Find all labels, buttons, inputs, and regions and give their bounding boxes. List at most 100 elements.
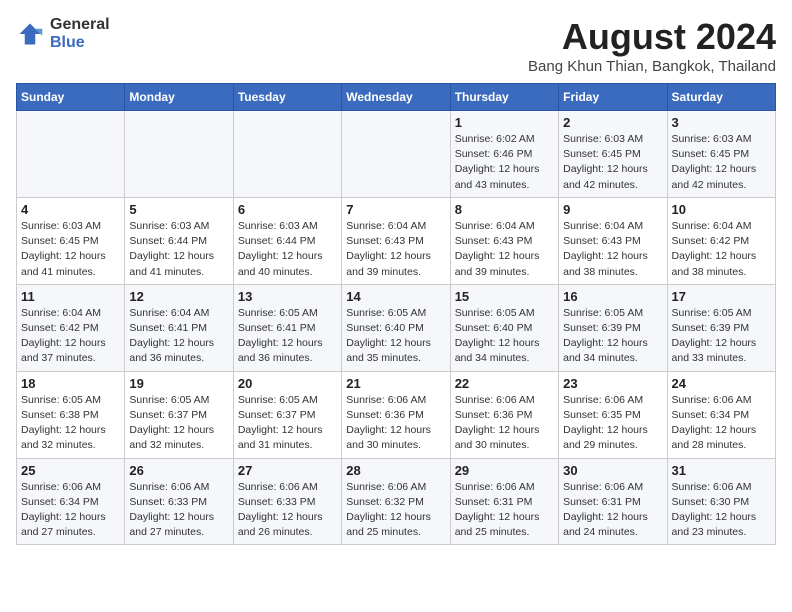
- calendar-week-row: 4 Sunrise: 6:03 AM Sunset: 6:45 PM Daylig…: [17, 197, 776, 284]
- day-info: Sunrise: 6:06 AM Sunset: 6:36 PM Dayligh…: [455, 393, 554, 454]
- calendar-cell: 18 Sunrise: 6:05 AM Sunset: 6:38 PM Dayli…: [17, 371, 125, 458]
- calendar-header-row: SundayMondayTuesdayWednesdayThursdayFrid…: [17, 84, 776, 111]
- day-info: Sunrise: 6:06 AM Sunset: 6:33 PM Dayligh…: [129, 480, 228, 541]
- calendar-cell: 29 Sunrise: 6:06 AM Sunset: 6:31 PM Dayli…: [450, 458, 558, 545]
- day-number: 11: [21, 289, 120, 304]
- calendar-cell: 10Sunrise: 6:04 AM Sunset: 6:42 PM Dayli…: [667, 197, 775, 284]
- day-info: Sunrise: 6:05 AM Sunset: 6:39 PM Dayligh…: [672, 306, 771, 367]
- calendar-cell: 4 Sunrise: 6:03 AM Sunset: 6:45 PM Daylig…: [17, 197, 125, 284]
- logo: General Blue: [16, 16, 110, 51]
- day-number: 15: [455, 289, 554, 304]
- day-info: Sunrise: 6:05 AM Sunset: 6:37 PM Dayligh…: [238, 393, 337, 454]
- day-number: 30: [563, 463, 662, 478]
- calendar-cell: [125, 111, 233, 198]
- calendar-cell: 21 Sunrise: 6:06 AM Sunset: 6:36 PM Dayli…: [342, 371, 450, 458]
- day-number: 1: [455, 115, 554, 130]
- day-number: 19: [129, 376, 228, 391]
- calendar-cell: 7 Sunrise: 6:04 AM Sunset: 6:43 PM Daylig…: [342, 197, 450, 284]
- day-info: Sunrise: 6:06 AM Sunset: 6:36 PM Dayligh…: [346, 393, 445, 454]
- day-info: Sunrise: 6:04 AM Sunset: 6:43 PM Dayligh…: [455, 219, 554, 280]
- day-number: 2: [563, 115, 662, 130]
- day-number: 14: [346, 289, 445, 304]
- day-number: 21: [346, 376, 445, 391]
- calendar-cell: 9 Sunrise: 6:04 AM Sunset: 6:43 PM Daylig…: [559, 197, 667, 284]
- calendar-table: SundayMondayTuesdayWednesdayThursdayFrid…: [16, 83, 776, 545]
- day-number: 7: [346, 202, 445, 217]
- weekday-header: Saturday: [667, 84, 775, 111]
- month-year-title: August 2024: [528, 16, 776, 58]
- day-info: Sunrise: 6:05 AM Sunset: 6:40 PM Dayligh…: [346, 306, 445, 367]
- day-number: 29: [455, 463, 554, 478]
- day-number: 17: [672, 289, 771, 304]
- day-number: 8: [455, 202, 554, 217]
- weekday-header: Tuesday: [233, 84, 341, 111]
- calendar-cell: [342, 111, 450, 198]
- calendar-cell: 30 Sunrise: 6:06 AM Sunset: 6:31 PM Dayli…: [559, 458, 667, 545]
- day-info: Sunrise: 6:06 AM Sunset: 6:30 PM Dayligh…: [672, 480, 771, 541]
- calendar-cell: 1 Sunrise: 6:02 AM Sunset: 6:46 PM Daylig…: [450, 111, 558, 198]
- day-info: Sunrise: 6:04 AM Sunset: 6:43 PM Dayligh…: [563, 219, 662, 280]
- day-number: 18: [21, 376, 120, 391]
- calendar-cell: 25 Sunrise: 6:06 AM Sunset: 6:34 PM Dayli…: [17, 458, 125, 545]
- day-info: Sunrise: 6:05 AM Sunset: 6:39 PM Dayligh…: [563, 306, 662, 367]
- day-info: Sunrise: 6:05 AM Sunset: 6:41 PM Dayligh…: [238, 306, 337, 367]
- calendar-cell: 19 Sunrise: 6:05 AM Sunset: 6:37 PM Dayli…: [125, 371, 233, 458]
- calendar-cell: 17 Sunrise: 6:05 AM Sunset: 6:39 PM Dayli…: [667, 284, 775, 371]
- calendar-week-row: 18 Sunrise: 6:05 AM Sunset: 6:38 PM Dayli…: [17, 371, 776, 458]
- day-info: Sunrise: 6:05 AM Sunset: 6:38 PM Dayligh…: [21, 393, 120, 454]
- weekday-header: Thursday: [450, 84, 558, 111]
- day-info: Sunrise: 6:03 AM Sunset: 6:45 PM Dayligh…: [672, 132, 771, 193]
- day-number: 20: [238, 376, 337, 391]
- day-info: Sunrise: 6:06 AM Sunset: 6:32 PM Dayligh…: [346, 480, 445, 541]
- day-info: Sunrise: 6:06 AM Sunset: 6:31 PM Dayligh…: [455, 480, 554, 541]
- day-number: 13: [238, 289, 337, 304]
- day-info: Sunrise: 6:02 AM Sunset: 6:46 PM Dayligh…: [455, 132, 554, 193]
- day-number: 6: [238, 202, 337, 217]
- day-number: 27: [238, 463, 337, 478]
- day-number: 16: [563, 289, 662, 304]
- weekday-header: Friday: [559, 84, 667, 111]
- day-info: Sunrise: 6:03 AM Sunset: 6:44 PM Dayligh…: [129, 219, 228, 280]
- day-number: 23: [563, 376, 662, 391]
- location-subtitle: Bang Khun Thian, Bangkok, Thailand: [528, 58, 776, 75]
- logo-icon: [16, 20, 44, 48]
- day-info: Sunrise: 6:06 AM Sunset: 6:34 PM Dayligh…: [672, 393, 771, 454]
- day-number: 4: [21, 202, 120, 217]
- day-number: 28: [346, 463, 445, 478]
- calendar-cell: 15Sunrise: 6:05 AM Sunset: 6:40 PM Dayli…: [450, 284, 558, 371]
- day-number: 10: [672, 202, 771, 217]
- day-info: Sunrise: 6:06 AM Sunset: 6:33 PM Dayligh…: [238, 480, 337, 541]
- day-number: 22: [455, 376, 554, 391]
- calendar-cell: 14 Sunrise: 6:05 AM Sunset: 6:40 PM Dayli…: [342, 284, 450, 371]
- calendar-cell: 31Sunrise: 6:06 AM Sunset: 6:30 PM Dayli…: [667, 458, 775, 545]
- title-block: August 2024 Bang Khun Thian, Bangkok, Th…: [528, 16, 776, 75]
- day-number: 5: [129, 202, 228, 217]
- calendar-cell: 12Sunrise: 6:04 AM Sunset: 6:41 PM Dayli…: [125, 284, 233, 371]
- day-info: Sunrise: 6:04 AM Sunset: 6:43 PM Dayligh…: [346, 219, 445, 280]
- calendar-cell: 24 Sunrise: 6:06 AM Sunset: 6:34 PM Dayli…: [667, 371, 775, 458]
- day-number: 25: [21, 463, 120, 478]
- calendar-cell: 8 Sunrise: 6:04 AM Sunset: 6:43 PM Daylig…: [450, 197, 558, 284]
- calendar-cell: 16 Sunrise: 6:05 AM Sunset: 6:39 PM Dayli…: [559, 284, 667, 371]
- day-info: Sunrise: 6:06 AM Sunset: 6:31 PM Dayligh…: [563, 480, 662, 541]
- calendar-cell: 27 Sunrise: 6:06 AM Sunset: 6:33 PM Dayli…: [233, 458, 341, 545]
- calendar-cell: 23Sunrise: 6:06 AM Sunset: 6:35 PM Dayli…: [559, 371, 667, 458]
- day-info: Sunrise: 6:06 AM Sunset: 6:34 PM Dayligh…: [21, 480, 120, 541]
- calendar-cell: 22 Sunrise: 6:06 AM Sunset: 6:36 PM Dayli…: [450, 371, 558, 458]
- calendar-cell: [17, 111, 125, 198]
- day-number: 24: [672, 376, 771, 391]
- day-info: Sunrise: 6:03 AM Sunset: 6:45 PM Dayligh…: [563, 132, 662, 193]
- calendar-cell: 2 Sunrise: 6:03 AM Sunset: 6:45 PM Daylig…: [559, 111, 667, 198]
- calendar-cell: 5 Sunrise: 6:03 AM Sunset: 6:44 PM Daylig…: [125, 197, 233, 284]
- calendar-week-row: 11Sunrise: 6:04 AM Sunset: 6:42 PM Dayli…: [17, 284, 776, 371]
- day-info: Sunrise: 6:04 AM Sunset: 6:41 PM Dayligh…: [129, 306, 228, 367]
- day-number: 9: [563, 202, 662, 217]
- day-number: 26: [129, 463, 228, 478]
- calendar-cell: 28 Sunrise: 6:06 AM Sunset: 6:32 PM Dayli…: [342, 458, 450, 545]
- day-number: 3: [672, 115, 771, 130]
- calendar-cell: 26 Sunrise: 6:06 AM Sunset: 6:33 PM Dayli…: [125, 458, 233, 545]
- calendar-cell: [233, 111, 341, 198]
- day-info: Sunrise: 6:03 AM Sunset: 6:45 PM Dayligh…: [21, 219, 120, 280]
- day-info: Sunrise: 6:05 AM Sunset: 6:37 PM Dayligh…: [129, 393, 228, 454]
- logo-general-text: General: [50, 16, 110, 34]
